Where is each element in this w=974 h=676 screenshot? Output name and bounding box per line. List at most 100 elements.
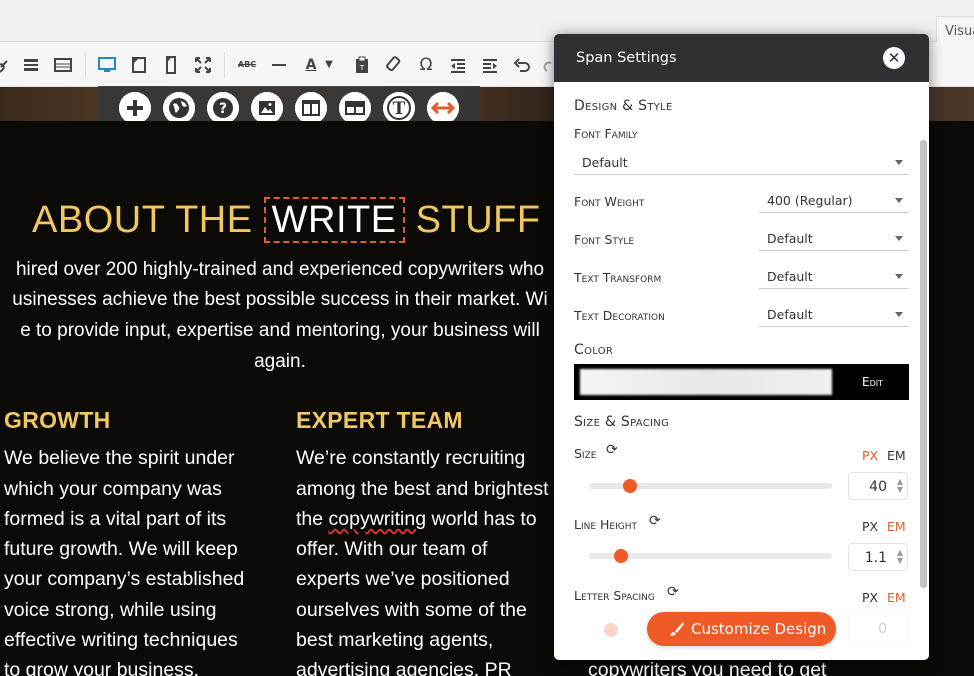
unit-em[interactable]: EM <box>887 519 906 534</box>
letter-spacing-slider-handle[interactable] <box>604 623 618 637</box>
columns-icon[interactable] <box>295 92 327 124</box>
size-input[interactable]: 40 ▲ ▼ <box>848 472 908 500</box>
image-icon[interactable] <box>251 92 283 124</box>
chevron-down-icon <box>895 312 903 317</box>
svg-text:?: ? <box>219 101 227 117</box>
line-height-label: Line Height <box>574 517 637 532</box>
text-decoration-label: Text Decoration <box>574 308 665 323</box>
text-icon[interactable]: T <box>383 92 415 124</box>
line-height-input[interactable]: 1.1 ▲ ▼ <box>848 543 908 571</box>
special-character-icon[interactable]: Ω <box>415 54 437 76</box>
expert-line: We’re constantly recruiting <box>296 447 526 469</box>
spellcheck-word[interactable]: copywriting <box>329 508 427 530</box>
close-icon[interactable]: ✕ <box>883 47 905 69</box>
tablet-icon[interactable] <box>128 54 150 76</box>
horizontal-line-icon[interactable] <box>268 54 290 76</box>
unit-px[interactable]: PX <box>862 448 878 463</box>
letter-spacing-input[interactable]: 0 <box>848 614 908 642</box>
selected-span[interactable]: WRITE <box>263 197 405 243</box>
spacer-icon[interactable] <box>427 92 459 124</box>
text-decoration-select[interactable]: Default <box>759 301 909 327</box>
font-family-select[interactable]: Default <box>574 149 909 175</box>
font-style-select[interactable]: Default <box>759 225 909 251</box>
paste-text-icon[interactable]: T <box>351 54 373 76</box>
font-weight-select[interactable]: 400 (Regular) <box>759 187 909 213</box>
intro-line: hired over 200 highly-trained and experi… <box>15 259 545 280</box>
font-style-label: Font Style <box>574 232 635 247</box>
size-slider-handle[interactable] <box>623 479 638 493</box>
chevron-down-icon <box>895 274 903 279</box>
dialog-body: Design & Style Font Family Default Font … <box>554 82 929 660</box>
toolbar-toggle-icon[interactable] <box>52 54 74 76</box>
growth-line: which your company was <box>4 478 222 500</box>
font-weight-label: Font Weight <box>574 194 645 209</box>
customize-design-button[interactable]: Customize Design <box>647 612 836 646</box>
expert-line: experts we’ve positioned <box>296 568 510 590</box>
expert-line: ourselves with some of the <box>296 599 527 621</box>
expert-line: the copywriting world has to <box>296 508 537 530</box>
color-label: Color <box>574 342 614 358</box>
text-transform-label: Text Transform <box>574 270 662 285</box>
heading-post: STUFF <box>404 199 541 241</box>
font-family-label: Font Family <box>574 126 638 141</box>
growth-line: effective writing techniques <box>4 629 238 651</box>
unit-px[interactable]: PX <box>862 519 878 534</box>
stepper-icon[interactable]: ▲ ▼ <box>897 478 903 494</box>
chevron-down-icon <box>895 198 903 203</box>
size-label: Size <box>574 446 597 461</box>
reset-icon[interactable]: ⟳ <box>649 513 661 529</box>
brush-icon <box>670 622 684 636</box>
help-icon[interactable]: ? <box>207 92 239 124</box>
svg-text:T: T <box>393 99 406 119</box>
growth-line: formed is a vital part of its <box>4 508 227 530</box>
stepper-icon[interactable]: ▲ ▼ <box>897 549 903 565</box>
svg-text:T: T <box>359 64 365 72</box>
dialog-scrollbar[interactable] <box>920 140 927 588</box>
expert-line: offer. With our team of <box>296 538 488 560</box>
heading-pre: ABOUT THE <box>32 199 264 241</box>
color-picker[interactable]: Edit <box>574 364 909 400</box>
expert-team-heading: EXPERT TEAM <box>296 407 463 433</box>
read-more-icon[interactable] <box>20 54 42 76</box>
indent-icon[interactable] <box>479 54 501 76</box>
design-style-title: Design & Style <box>574 98 673 114</box>
growth-line: We believe the spirit under <box>4 447 235 469</box>
chevron-down-icon <box>895 160 903 165</box>
link-icon[interactable] <box>0 54 16 76</box>
undo-icon[interactable] <box>511 54 533 76</box>
growth-heading: GROWTH <box>4 407 111 433</box>
reset-icon[interactable]: ⟳ <box>667 584 679 600</box>
eraser-icon[interactable] <box>383 54 405 76</box>
outdent-icon[interactable] <box>447 54 469 76</box>
intro-line: again. <box>254 351 306 372</box>
line-height-slider-handle[interactable] <box>613 549 628 563</box>
expert-line: best marketing agents, <box>296 629 494 651</box>
plus-icon[interactable] <box>119 92 151 124</box>
color-swatch[interactable] <box>580 369 832 395</box>
dialog-title: Span Settings <box>576 50 677 66</box>
text-color-icon[interactable]: A <box>300 54 322 76</box>
unit-px[interactable]: PX <box>862 590 878 605</box>
intro-line: e to provide input, expertise and mentor… <box>20 320 540 341</box>
strikethrough-icon[interactable]: ABC <box>236 54 258 76</box>
intro-line: usinesses achieve the best possible succ… <box>12 289 548 310</box>
layout-icon[interactable] <box>339 92 371 124</box>
color-edit-button[interactable]: Edit <box>862 375 883 389</box>
fullscreen-icon[interactable] <box>192 54 214 76</box>
expert-line: among the best and brightest <box>296 478 549 500</box>
chevron-down-icon[interactable]: ▼ <box>322 54 336 76</box>
growth-line: your company’s established <box>4 568 245 590</box>
globe-icon[interactable] <box>163 92 195 124</box>
reset-icon[interactable]: ⟳ <box>606 442 618 458</box>
mobile-icon[interactable] <box>160 54 182 76</box>
dialog-header: Span Settings ✕ <box>554 34 929 82</box>
size-spacing-title: Size & Spacing <box>574 414 670 430</box>
about-heading[interactable]: ABOUT THE WRITE STUFF <box>32 197 541 243</box>
growth-line: voice strong, while using <box>4 599 217 621</box>
expert-line: advertising agencies, PR <box>296 659 512 676</box>
desktop-icon[interactable] <box>96 54 118 76</box>
unit-em[interactable]: EM <box>887 590 906 605</box>
text-transform-select[interactable]: Default <box>759 263 909 289</box>
unit-em[interactable]: EM <box>887 448 906 463</box>
chevron-down-icon <box>895 236 903 241</box>
